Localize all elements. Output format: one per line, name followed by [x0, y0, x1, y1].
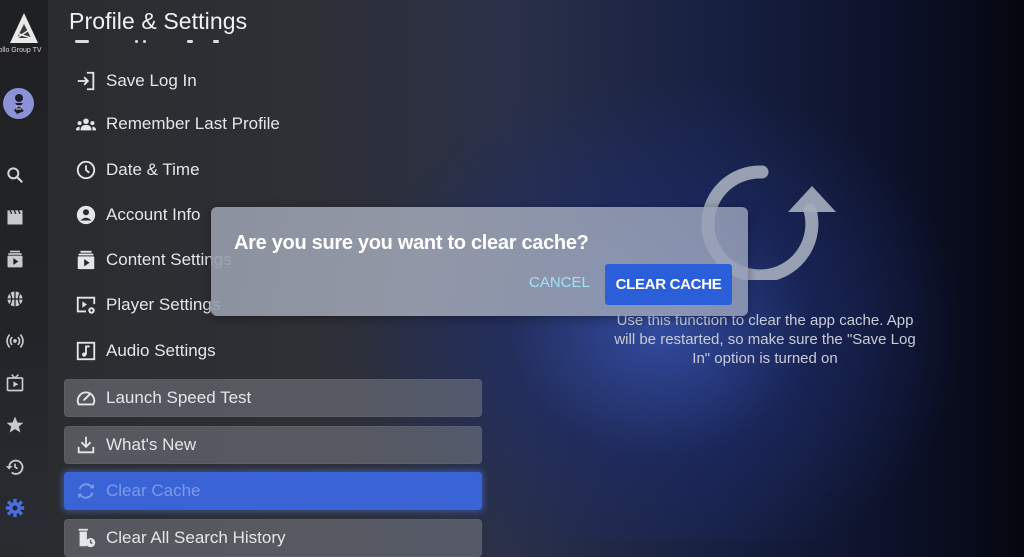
navigation-rail: ollo Group TV: [0, 0, 48, 541]
profile-avatar[interactable]: [3, 88, 34, 119]
dialog-message: Are you sure you want to clear cache?: [234, 232, 589, 254]
speedometer-icon: [74, 386, 98, 410]
menu-item-label: Clear Cache: [106, 481, 201, 500]
scrolled-item-remnant: [75, 40, 275, 48]
content-icon: [74, 248, 98, 272]
account-icon: [74, 203, 98, 227]
menu-item-label: What's New: [106, 435, 197, 454]
menu-item-label: Clear All Search History: [106, 528, 286, 547]
logo-text: ollo Group TV: [0, 47, 42, 54]
menu-item-label: Launch Speed Test: [106, 388, 252, 407]
menu-item-label: Account Info: [106, 205, 201, 224]
app-logo: ollo Group TV: [0, 12, 46, 54]
menu-item-whats-new[interactable]: What's New: [64, 426, 482, 464]
clear-cache-description: Use this function to clear the app cache…: [614, 312, 916, 367]
favorites-icon[interactable]: [4, 414, 26, 436]
menu-item-remember-last-profile[interactable]: Remember Last Profile: [64, 105, 482, 143]
menu-item-launch-speed-test[interactable]: Launch Speed Test: [64, 379, 482, 417]
player-settings-icon: [74, 293, 98, 317]
menu-item-clear-cache[interactable]: Clear Cache: [64, 472, 482, 510]
group-icon: [74, 112, 98, 136]
download-icon: [74, 433, 98, 457]
search-icon[interactable]: [4, 164, 26, 186]
series-icon[interactable]: [4, 248, 26, 270]
movies-icon[interactable]: [4, 206, 26, 228]
tv-icon[interactable]: [4, 372, 26, 394]
refresh-icon: [74, 479, 98, 503]
history-icon[interactable]: [4, 456, 26, 478]
logo-triangle-icon: [10, 13, 38, 43]
menu-item-label: Remember Last Profile: [106, 114, 280, 133]
cancel-button[interactable]: CANCEL: [529, 274, 590, 291]
menu-item-label: Player Settings: [106, 295, 221, 314]
page-title: Profile & Settings: [69, 8, 248, 34]
audio-icon: [74, 339, 98, 363]
settings-icon[interactable]: [4, 497, 26, 519]
menu-item-clear-all-search-history[interactable]: Clear All Search History: [64, 519, 482, 557]
clear-cache-button[interactable]: CLEAR CACHE: [605, 264, 732, 305]
clear-cache-dialog: Are you sure you want to clear cache? CA…: [211, 207, 748, 316]
clock-icon: [74, 158, 98, 182]
live-icon[interactable]: [4, 330, 26, 352]
menu-item-label: Save Log In: [106, 71, 197, 90]
login-icon: [74, 69, 98, 93]
menu-item-audio-settings[interactable]: Audio Settings: [64, 332, 482, 370]
menu-item-label: Date & Time: [106, 160, 200, 179]
sports-icon[interactable]: [4, 288, 26, 310]
menu-item-save-log-in[interactable]: Save Log In: [64, 62, 482, 100]
menu-item-label: Audio Settings: [106, 341, 216, 360]
menu-item-date-time[interactable]: Date & Time: [64, 151, 482, 189]
delete-history-icon: [74, 526, 98, 550]
avatar-figure-icon: [13, 93, 24, 114]
